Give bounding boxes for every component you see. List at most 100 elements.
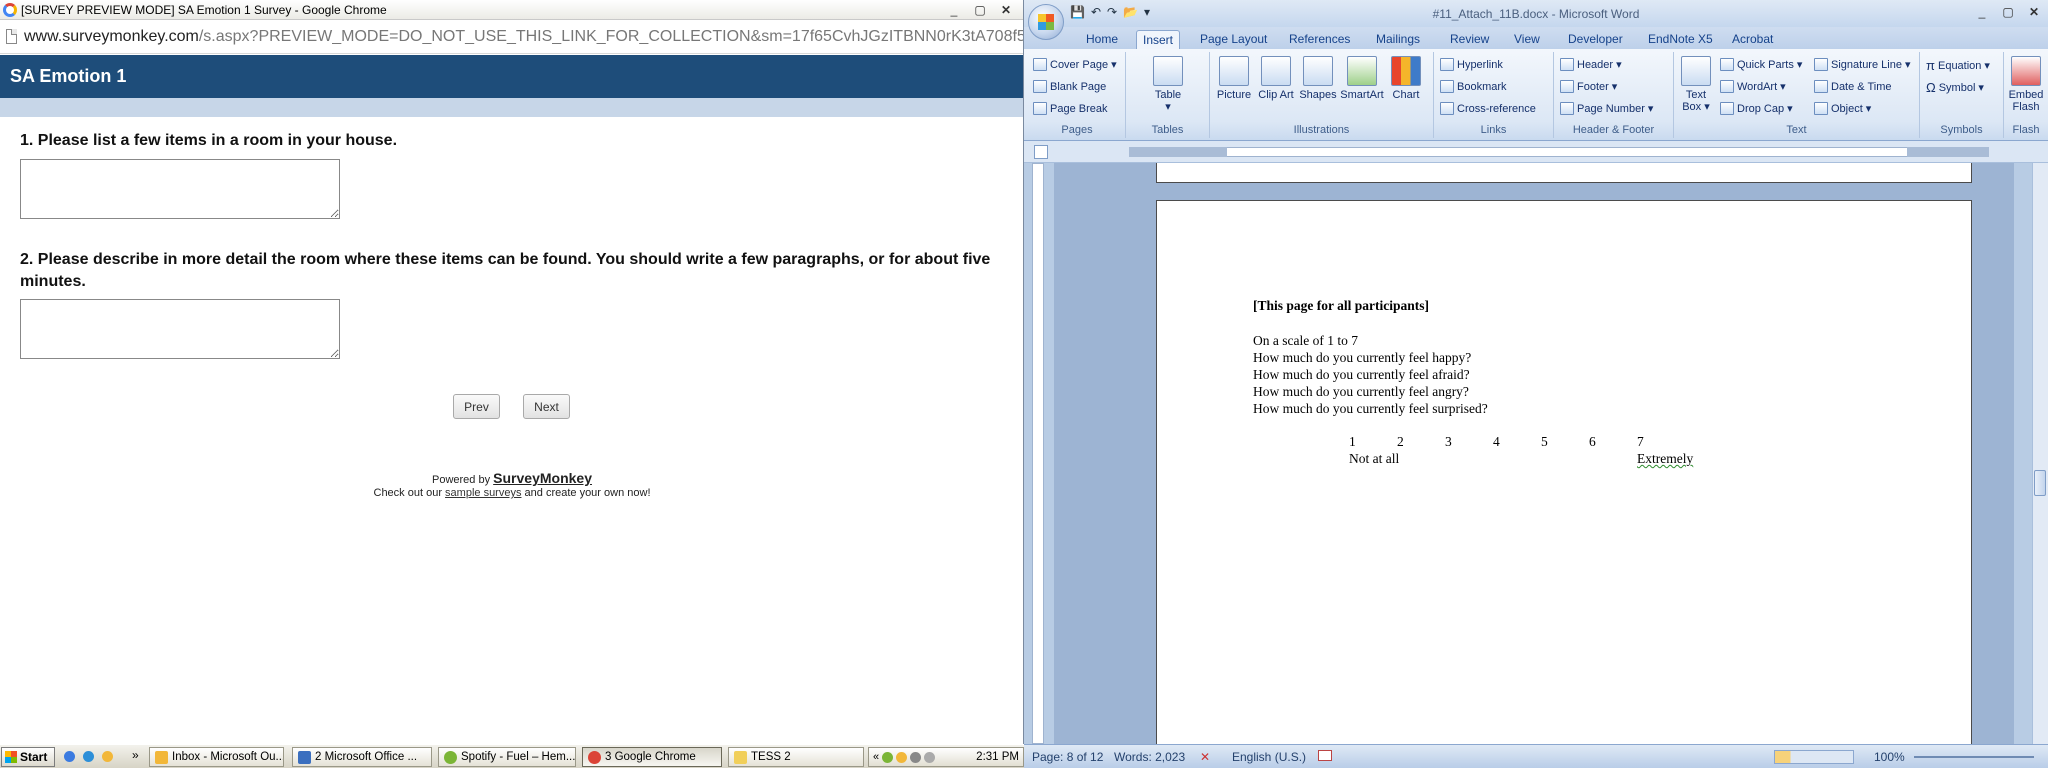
network-tray-icon[interactable] (910, 751, 922, 763)
tab-developer[interactable]: Developer (1562, 30, 1629, 49)
group-symbols: π Equation ▾ Ω Symbol ▾ Symbols (1920, 52, 2004, 138)
page-number-button[interactable]: Page Number ▾ (1560, 102, 1653, 115)
status-language[interactable]: English (U.S.) (1232, 750, 1306, 764)
tab-endnote[interactable]: EndNote X5 (1642, 30, 1719, 49)
quick-parts-button[interactable]: Quick Parts ▾ (1720, 58, 1802, 71)
address-bar[interactable]: www.surveymonkey.com/s.aspx?PREVIEW_MODE… (0, 20, 1023, 54)
question-1-input[interactable] (20, 159, 340, 219)
group-illustrations: Picture Clip Art Shapes SmartArt Chart I… (1210, 52, 1434, 138)
minimize-button[interactable]: _ (942, 2, 966, 18)
footer-button[interactable]: Footer ▾ (1560, 80, 1617, 93)
clock[interactable]: 2:31 PM (976, 751, 1019, 763)
horizontal-ruler[interactable] (1024, 141, 2048, 163)
hyperlink-button[interactable]: Hyperlink (1440, 58, 1503, 71)
date-time-icon (1814, 80, 1828, 93)
taskbar-button-chrome[interactable]: 3 Google Chrome (582, 747, 722, 767)
close-button[interactable]: ✕ (994, 2, 1018, 18)
bookmark-button[interactable]: Bookmark (1440, 80, 1507, 93)
surveymonkey-link[interactable]: SurveyMonkey (493, 470, 592, 486)
tab-page-layout[interactable]: Page Layout (1194, 30, 1273, 49)
taskbar-button-spotify[interactable]: Spotify - Fuel – Hem... (438, 747, 576, 767)
object-button[interactable]: Object ▾ (1814, 102, 1871, 115)
shapes-button[interactable]: Shapes (1296, 56, 1340, 101)
status-words[interactable]: Words: 2,023 (1114, 750, 1185, 764)
outlook-tray-icon[interactable] (896, 751, 908, 763)
equation-button[interactable]: π Equation ▾ (1926, 58, 1990, 73)
survey-title: SA Emotion 1 (10, 66, 127, 86)
proofing-icon[interactable]: ✕ (1200, 750, 1210, 764)
macro-record-icon[interactable] (1318, 750, 1332, 761)
doc-line: How much do you currently feel surprised… (1253, 401, 1488, 416)
tab-review[interactable]: Review (1444, 30, 1495, 49)
tab-references[interactable]: References (1283, 30, 1356, 49)
word-window-title: #11_Attach_11B.docx - Microsoft Word (1432, 7, 1640, 21)
outlook-quicklaunch-icon[interactable] (102, 751, 113, 762)
word-window: #11_Attach_11B.docx - Microsoft Word 💾 ↶… (1024, 0, 2048, 744)
chart-button[interactable]: Chart (1384, 56, 1428, 101)
cross-reference-button[interactable]: Cross-reference (1440, 102, 1536, 115)
undo-icon[interactable]: ↶ (1091, 5, 1101, 19)
page-break-button[interactable]: Page Break (1033, 102, 1107, 115)
word-minimize-button[interactable]: _ (1970, 4, 1994, 20)
tab-selector-icon[interactable] (1034, 145, 1048, 159)
office-button[interactable] (1028, 4, 1064, 40)
prev-button[interactable]: Prev (453, 394, 500, 419)
word-maximize-button[interactable]: ▢ (1996, 4, 2020, 20)
redo-icon[interactable]: ↷ (1107, 5, 1117, 19)
picture-button[interactable]: Picture (1212, 56, 1256, 101)
chrome-window-title: [SURVEY PREVIEW MODE] SA Emotion 1 Surve… (21, 3, 387, 17)
maximize-button[interactable]: ▢ (968, 2, 992, 18)
volume-tray-icon[interactable] (924, 751, 936, 763)
tab-home[interactable]: Home (1080, 30, 1124, 49)
spotify-tray-icon[interactable] (882, 751, 894, 763)
vertical-scrollbar[interactable] (2032, 163, 2048, 744)
view-buttons[interactable] (1774, 750, 1854, 764)
open-icon[interactable]: 📂 (1123, 5, 1138, 19)
customize-icon[interactable]: ▾ (1144, 5, 1150, 19)
powered-by-text: Powered by (432, 474, 491, 486)
wordart-button[interactable]: WordArt ▾ (1720, 80, 1786, 93)
scrollbar-thumb[interactable] (2034, 470, 2046, 496)
cover-page-button[interactable]: Cover Page ▾ (1033, 58, 1117, 71)
tab-mailings[interactable]: Mailings (1370, 30, 1426, 49)
taskbar-button-office[interactable]: 2 Microsoft Office ... (292, 747, 432, 767)
sample-surveys-link[interactable]: sample surveys (445, 487, 521, 499)
signature-line-button[interactable]: Signature Line ▾ (1814, 58, 1910, 71)
zoom-slider[interactable] (1914, 756, 2034, 758)
hyperlink-icon (1440, 58, 1454, 71)
chrome-quicklaunch-icon[interactable] (64, 751, 75, 762)
system-tray: « 2:31 PM (868, 747, 1024, 767)
blank-page-button[interactable]: Blank Page (1033, 80, 1106, 93)
date-time-button[interactable]: Date & Time (1814, 80, 1892, 93)
clip-art-button[interactable]: Clip Art (1254, 56, 1298, 101)
table-button[interactable]: Table ▾ (1146, 56, 1190, 113)
next-button[interactable]: Next (523, 394, 570, 419)
taskbar-button-outlook[interactable]: Inbox - Microsoft Ou... (149, 747, 284, 767)
status-page[interactable]: Page: 8 of 12 (1032, 750, 1103, 764)
tab-view[interactable]: View (1508, 30, 1546, 49)
save-icon[interactable]: 💾 (1070, 5, 1085, 19)
embed-flash-button[interactable]: Embed Flash (2004, 56, 2048, 113)
group-links-label: Links (1480, 124, 1507, 136)
tray-expand-icon[interactable]: « (873, 751, 879, 763)
word-close-button[interactable]: ✕ (2022, 4, 2046, 20)
more-quicklaunch-icon[interactable]: » (132, 748, 139, 762)
question-1-label: 1. Please list a few items in a room in … (20, 132, 398, 149)
question-2-input[interactable] (20, 299, 340, 359)
start-button[interactable]: Start (1, 747, 55, 767)
status-zoom[interactable]: 100% (1874, 750, 1905, 764)
clip-art-icon (1261, 56, 1291, 86)
taskbar-button-tess[interactable]: TESS 2 (728, 747, 864, 767)
tab-insert[interactable]: Insert (1136, 30, 1181, 49)
ie-quicklaunch-icon[interactable] (83, 751, 94, 762)
tab-acrobat[interactable]: Acrobat (1726, 30, 1779, 49)
header-button[interactable]: Header ▾ (1560, 58, 1622, 71)
document-page[interactable]: [This page for all participants] On a sc… (1156, 200, 1972, 744)
smartart-button[interactable]: SmartArt (1340, 56, 1384, 101)
symbol-button[interactable]: Ω Symbol ▾ (1926, 80, 1984, 95)
smartart-icon (1347, 56, 1377, 86)
url-text[interactable]: www.surveymonkey.com/s.aspx?PREVIEW_MODE… (24, 28, 1023, 46)
drop-cap-button[interactable]: Drop Cap ▾ (1720, 102, 1793, 115)
group-flash-label: Flash (2012, 124, 2040, 136)
text-box-button[interactable]: Text Box ▾ (1676, 56, 1716, 113)
